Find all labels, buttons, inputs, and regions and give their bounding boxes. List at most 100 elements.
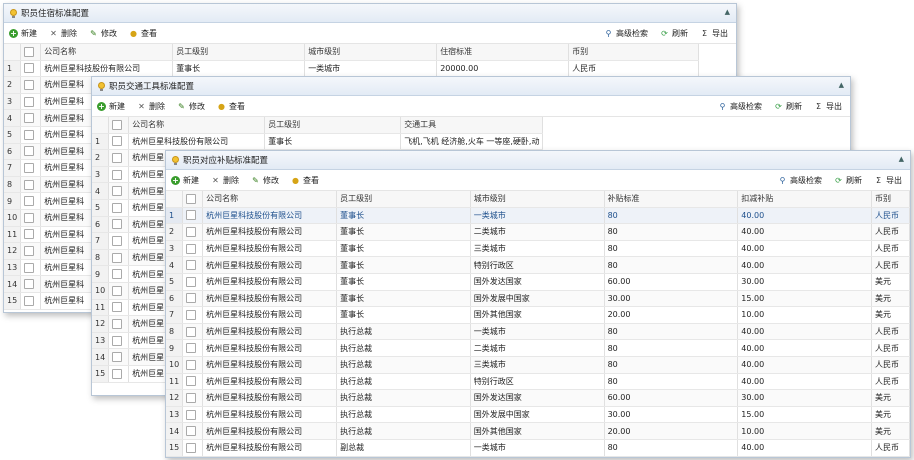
select-all-checkbox[interactable] xyxy=(108,117,130,134)
row-checkbox[interactable] xyxy=(20,192,42,210)
column-header[interactable]: 员工级别 xyxy=(172,44,306,61)
row-checkbox[interactable] xyxy=(108,232,130,250)
row-checkbox[interactable] xyxy=(182,323,204,341)
row-checkbox[interactable] xyxy=(20,259,42,277)
table-row[interactable]: 3 杭州巨星科技股份有限公司 董事长 三类城市 80 40.00 人民币 xyxy=(166,240,910,258)
select-all-checkbox[interactable] xyxy=(182,191,204,208)
view-button[interactable]: ● 查看 xyxy=(129,28,157,39)
row-checkbox[interactable] xyxy=(182,406,204,424)
row-checkbox[interactable] xyxy=(108,299,130,317)
row-checkbox[interactable] xyxy=(20,159,42,177)
row-checkbox[interactable] xyxy=(108,265,130,283)
table-row[interactable]: 13 杭州巨星科技股份有限公司 执行总裁 国外发展中国家 30.00 15.00 美元 xyxy=(166,406,910,424)
column-header[interactable]: 币别 xyxy=(871,191,910,208)
new-button[interactable]: + 新建 xyxy=(97,101,125,112)
table-row[interactable]: 10 杭州巨星科技股份有限公司 执行总裁 三类城市 80 40.00 人民币 xyxy=(166,356,910,374)
select-all-checkbox[interactable] xyxy=(20,44,42,61)
row-checkbox[interactable] xyxy=(108,182,130,200)
collapse-icon[interactable]: ▲ xyxy=(839,81,844,89)
row-checkbox[interactable] xyxy=(182,439,204,457)
row-checkbox[interactable] xyxy=(108,216,130,234)
row-checkbox[interactable] xyxy=(20,60,42,78)
column-header[interactable]: 交通工具 xyxy=(400,117,544,134)
table-row[interactable]: 1 杭州巨星科技股份有限公司 董事长 飞机,飞机 经济舱,火车 一等座,硬卧,动 xyxy=(92,133,557,151)
export-button[interactable]: Σ 导出 xyxy=(874,175,902,186)
collapse-icon[interactable]: ▲ xyxy=(725,8,730,16)
table-row[interactable]: 8 杭州巨星科技股份有限公司 执行总裁 一类城市 80 40.00 人民币 xyxy=(166,323,910,341)
row-checkbox[interactable] xyxy=(20,176,42,194)
row-checkbox[interactable] xyxy=(20,275,42,293)
view-button[interactable]: ● 查看 xyxy=(217,101,245,112)
table-row[interactable]: 1 杭州巨星科技股份有限公司 董事长 一类城市 20000.00 人民币 xyxy=(4,60,713,78)
row-checkbox[interactable] xyxy=(20,143,42,161)
column-header[interactable]: 币别 xyxy=(568,44,700,61)
column-header[interactable]: 公司名称 xyxy=(40,44,174,61)
row-checkbox[interactable] xyxy=(108,133,130,151)
table-row[interactable]: 5 杭州巨星科技股份有限公司 董事长 国外发达国家 60.00 30.00 美元 xyxy=(166,273,910,291)
row-checkbox[interactable] xyxy=(20,242,42,260)
row-checkbox[interactable] xyxy=(20,292,42,310)
collapse-icon[interactable]: ▲ xyxy=(899,155,904,163)
new-button[interactable]: + 新建 xyxy=(9,28,37,39)
delete-button[interactable]: ✕ 删除 xyxy=(211,175,239,186)
table-row[interactable]: 1 杭州巨星科技股份有限公司 董事长 一类城市 80 40.00 人民币 xyxy=(166,207,910,225)
column-header[interactable]: 城市级别 xyxy=(470,191,605,208)
advanced-search-button[interactable]: ⚲ 高级检索 xyxy=(778,175,822,186)
advanced-search-button[interactable]: ⚲ 高级检索 xyxy=(604,28,648,39)
row-checkbox[interactable] xyxy=(182,240,204,258)
table-row[interactable]: 2 杭州巨星科技股份有限公司 董事长 二类城市 80 40.00 人民币 xyxy=(166,223,910,241)
delete-button[interactable]: ✕ 删除 xyxy=(137,101,165,112)
row-checkbox[interactable] xyxy=(182,290,204,308)
table-row[interactable]: 4 杭州巨星科技股份有限公司 董事长 特别行政区 80 40.00 人民币 xyxy=(166,256,910,274)
column-header[interactable]: 城市级别 xyxy=(304,44,438,61)
table-row[interactable]: 7 杭州巨星科技股份有限公司 董事长 国外其他国家 20.00 10.00 美元 xyxy=(166,306,910,324)
row-checkbox[interactable] xyxy=(20,93,42,111)
new-button[interactable]: + 新建 xyxy=(171,175,199,186)
row-checkbox[interactable] xyxy=(20,209,42,227)
table-row[interactable]: 9 杭州巨星科技股份有限公司 执行总裁 二类城市 80 40.00 人民币 xyxy=(166,339,910,357)
row-checkbox[interactable] xyxy=(108,282,130,300)
row-checkbox[interactable] xyxy=(108,348,130,366)
column-header[interactable]: 公司名称 xyxy=(128,117,266,134)
row-checkbox[interactable] xyxy=(182,339,204,357)
column-header[interactable]: 住宿标准 xyxy=(436,44,570,61)
row-checkbox[interactable] xyxy=(20,109,42,127)
advanced-search-button[interactable]: ⚲ 高级检索 xyxy=(718,101,762,112)
row-checkbox[interactable] xyxy=(108,315,130,333)
column-header[interactable]: 员工级别 xyxy=(264,117,402,134)
row-checkbox[interactable] xyxy=(20,76,42,94)
edit-button[interactable]: ✎ 修改 xyxy=(177,101,205,112)
column-header[interactable]: 扣减补贴 xyxy=(737,191,872,208)
row-checkbox[interactable] xyxy=(182,356,204,374)
row-checkbox[interactable] xyxy=(182,273,204,291)
export-button[interactable]: Σ 导出 xyxy=(814,101,842,112)
row-checkbox[interactable] xyxy=(20,126,42,144)
refresh-button[interactable]: ⟳ 刷新 xyxy=(660,28,688,39)
delete-button[interactable]: ✕ 删除 xyxy=(49,28,77,39)
row-checkbox[interactable] xyxy=(108,332,130,350)
row-checkbox[interactable] xyxy=(182,207,204,225)
export-button[interactable]: Σ 导出 xyxy=(700,28,728,39)
edit-button[interactable]: ✎ 修改 xyxy=(251,175,279,186)
column-header[interactable]: 补贴标准 xyxy=(604,191,739,208)
table-row[interactable]: 12 杭州巨星科技股份有限公司 执行总裁 国外发达国家 60.00 30.00 美元 xyxy=(166,389,910,407)
row-checkbox[interactable] xyxy=(20,226,42,244)
view-button[interactable]: ● 查看 xyxy=(291,175,319,186)
table-row[interactable]: 15 杭州巨星科技股份有限公司 副总裁 一类城市 80 40.00 人民币 xyxy=(166,439,910,457)
refresh-button[interactable]: ⟳ 刷新 xyxy=(834,175,862,186)
table-row[interactable]: 14 杭州巨星科技股份有限公司 执行总裁 国外其他国家 20.00 10.00 美元 xyxy=(166,422,910,440)
row-checkbox[interactable] xyxy=(182,422,204,440)
row-checkbox[interactable] xyxy=(108,249,130,267)
row-checkbox[interactable] xyxy=(182,256,204,274)
edit-button[interactable]: ✎ 修改 xyxy=(89,28,117,39)
row-checkbox[interactable] xyxy=(108,365,130,383)
row-checkbox[interactable] xyxy=(182,306,204,324)
row-checkbox[interactable] xyxy=(182,373,204,391)
row-checkbox[interactable] xyxy=(108,166,130,184)
column-header[interactable]: 公司名称 xyxy=(202,191,338,208)
refresh-button[interactable]: ⟳ 刷新 xyxy=(774,101,802,112)
column-header[interactable]: 员工级别 xyxy=(336,191,471,208)
table-row[interactable]: 11 杭州巨星科技股份有限公司 执行总裁 特别行政区 80 40.00 人民币 xyxy=(166,373,910,391)
row-checkbox[interactable] xyxy=(182,389,204,407)
row-checkbox[interactable] xyxy=(108,149,130,167)
